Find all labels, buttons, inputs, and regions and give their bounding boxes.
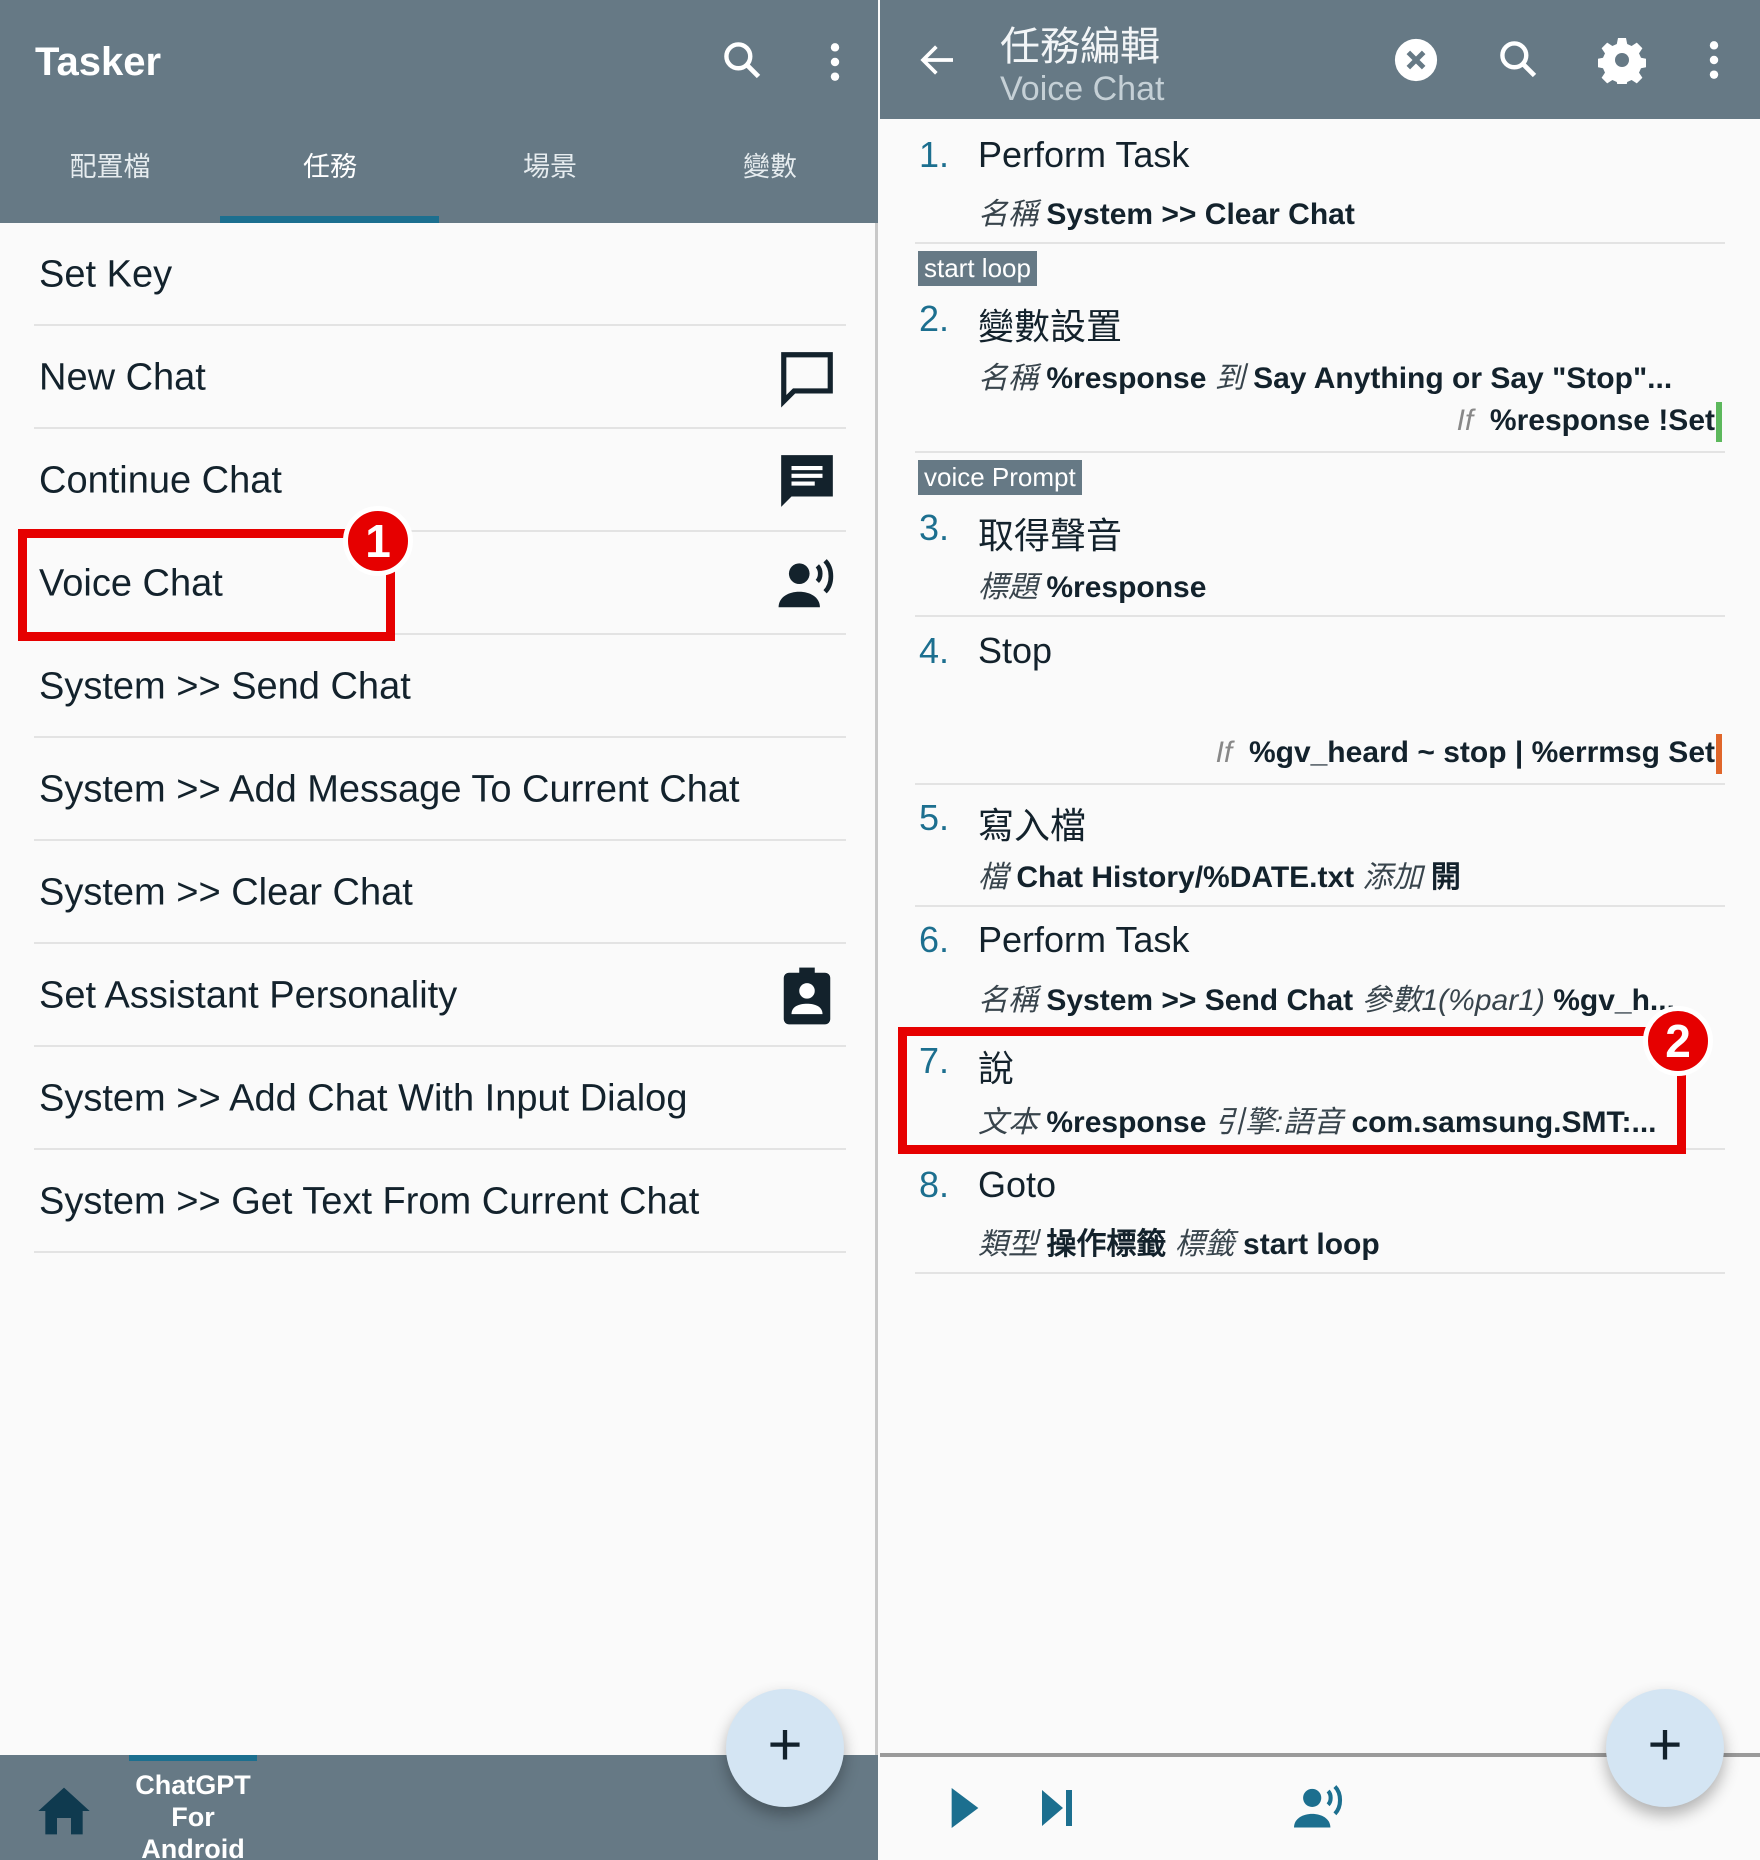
- task-name: System >> Add Message To Current Chat: [39, 768, 740, 810]
- voice-person-icon: [778, 558, 834, 607]
- step-badge: 1: [343, 506, 413, 576]
- task-item[interactable]: System >> Add Message To Current Chat: [0, 738, 878, 841]
- task-name: New Chat: [39, 356, 206, 398]
- search-icon[interactable]: [1496, 37, 1540, 81]
- step-label: voice Prompt: [918, 460, 1082, 495]
- home-icon[interactable]: [36, 1783, 92, 1839]
- highlight-box: [18, 529, 395, 641]
- step-number: 2.: [919, 298, 950, 339]
- step-number: 1.: [919, 134, 950, 175]
- step-params: 名稱 %response 到 Say Anything or Say "Stop…: [978, 362, 1673, 395]
- task-name: Set Assistant Personality: [39, 974, 458, 1016]
- task-item[interactable]: System >> Clear Chat: [0, 841, 878, 944]
- add-task-button[interactable]: +: [726, 1689, 844, 1807]
- step-number: 5.: [919, 797, 950, 838]
- tab-variables[interactable]: 變數: [660, 145, 880, 184]
- more-options-icon[interactable]: [820, 40, 850, 84]
- back-arrow-icon[interactable]: [918, 40, 958, 80]
- step-badge: 2: [1643, 1006, 1713, 1076]
- step-params: 名稱 System >> Send Chat 參數1(%par1) %gv_h.…: [978, 984, 1675, 1017]
- project-tab-chatgpt[interactable]: ChatGPT For Android: [128, 1769, 258, 1860]
- task-name: System >> Send Chat: [39, 665, 411, 707]
- highlight-box: [898, 1027, 1686, 1154]
- condition-bar: [1716, 402, 1722, 442]
- close-circle-icon[interactable]: [1393, 37, 1439, 83]
- task-name: System >> Get Text From Current Chat: [39, 1180, 700, 1222]
- task-item[interactable]: Continue Chat: [0, 429, 878, 532]
- task-item[interactable]: Set Key: [0, 223, 878, 326]
- step-title: 寫入檔: [978, 805, 1087, 846]
- step-condition: If %gv_heard ~ stop | %errmsg Set: [1215, 736, 1715, 769]
- play-icon[interactable]: [948, 1788, 982, 1828]
- tab-profiles[interactable]: 配置檔: [0, 145, 220, 184]
- more-options-icon[interactable]: [1699, 38, 1729, 82]
- voice-person-icon[interactable]: [1290, 1782, 1348, 1832]
- step-label: start loop: [918, 251, 1037, 286]
- chat-bubble-text-icon: [781, 454, 833, 507]
- step-title: Stop: [978, 630, 1053, 671]
- step-number: 3.: [919, 507, 950, 548]
- search-icon[interactable]: [720, 38, 764, 82]
- task-item[interactable]: System >> Get Text From Current Chat: [0, 1150, 878, 1253]
- step-number: 8.: [919, 1164, 950, 1205]
- step-title: Perform Task: [978, 919, 1190, 960]
- task-item[interactable]: System >> Send Chat: [0, 635, 878, 738]
- add-action-button[interactable]: +: [1606, 1689, 1724, 1807]
- task-name: System >> Clear Chat: [39, 871, 413, 913]
- step-params: 檔 Chat History/%DATE.txt 添加 開: [978, 861, 1461, 894]
- step-condition: If %response !Set: [1456, 404, 1715, 437]
- step-forward-icon[interactable]: [1038, 1790, 1076, 1826]
- task-edit-header: 任務編輯 Voice Chat: [880, 0, 1760, 119]
- condition-bar: [1716, 734, 1722, 774]
- app-header: Tasker 配置檔 任務 場景 變數: [0, 0, 878, 223]
- step-title: Goto: [978, 1164, 1057, 1205]
- task-item[interactable]: Set Assistant Personality: [0, 944, 878, 1047]
- app-title: Tasker: [35, 40, 162, 84]
- task-name: Continue Chat: [39, 459, 282, 501]
- step-params: 標題 %response: [978, 571, 1207, 604]
- step-title: 取得聲音: [978, 515, 1123, 556]
- step-number: 6.: [919, 919, 950, 960]
- task-list-panel: Tasker 配置檔 任務 場景 變數 Set Key New Chat Con…: [0, 0, 878, 1860]
- chat-bubble-outline-icon: [781, 351, 833, 407]
- task-name: System >> Add Chat With Input Dialog: [39, 1077, 688, 1119]
- step-number: 4.: [919, 630, 950, 671]
- step-title: Perform Task: [978, 134, 1190, 175]
- tab-scenes[interactable]: 場景: [440, 145, 660, 184]
- page-title: 任務編輯: [1000, 25, 1160, 69]
- step-title: 變數設置: [978, 306, 1123, 347]
- task-item[interactable]: New Chat: [0, 326, 878, 429]
- step-params: 類型 操作標籤 標籤 start loop: [978, 1228, 1380, 1261]
- task-name-subtitle: Voice Chat: [1000, 70, 1165, 108]
- settings-gear-icon[interactable]: [1598, 36, 1646, 84]
- tab-tasks[interactable]: 任務: [220, 145, 440, 184]
- active-tab-indicator: [220, 216, 439, 223]
- clipboard-person-icon: [783, 967, 831, 1024]
- active-project-indicator: [129, 1755, 257, 1761]
- task-item[interactable]: System >> Add Chat With Input Dialog: [0, 1047, 878, 1150]
- step-params: 名稱 System >> Clear Chat: [978, 198, 1355, 231]
- task-name: Set Key: [39, 253, 173, 295]
